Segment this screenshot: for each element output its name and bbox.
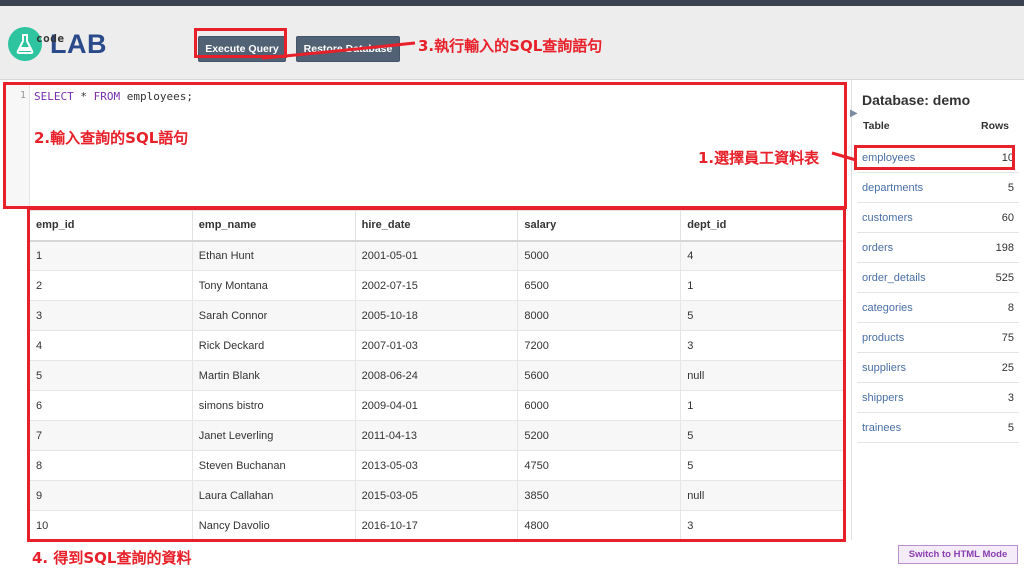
table-row-count: 198 bbox=[995, 241, 1014, 254]
table-name[interactable]: customers bbox=[862, 212, 913, 224]
switch-to-html-mode-button[interactable]: Switch to HTML Mode bbox=[898, 545, 1018, 564]
table-name[interactable]: departments bbox=[862, 182, 923, 194]
table-list-item-customers[interactable]: customers 60 bbox=[857, 203, 1019, 233]
sidebar-header-table: Table bbox=[863, 120, 890, 132]
table-list-item-suppliers[interactable]: suppliers 25 bbox=[857, 353, 1019, 383]
table-list-item-products[interactable]: products 75 bbox=[857, 323, 1019, 353]
table-row-count: 5 bbox=[1007, 181, 1014, 194]
table-name[interactable]: products bbox=[862, 332, 904, 344]
table-name[interactable]: suppliers bbox=[862, 362, 906, 374]
annotation-step4: 4. 得到SQL查詢的資料 bbox=[32, 549, 192, 567]
annotation-box-employees bbox=[854, 145, 1015, 170]
table-name[interactable]: categories bbox=[862, 302, 913, 314]
annotation-step3: 3.執行輸入的SQL查詢語句 bbox=[418, 37, 603, 55]
app-logo[interactable]: code LAB bbox=[8, 26, 107, 62]
collapse-arrow-icon[interactable]: ▶ bbox=[850, 108, 858, 119]
table-list-item-departments[interactable]: departments 5 bbox=[857, 173, 1019, 203]
table-list-item-trainees[interactable]: trainees 5 bbox=[857, 413, 1019, 443]
table-row-count: 3 bbox=[1007, 391, 1014, 404]
table-row-count: 60 bbox=[1001, 211, 1014, 224]
table-list: employees 10 departments 5 customers 60 ord… bbox=[857, 143, 1019, 443]
annotation-step1: 1.選擇員工資料表 bbox=[698, 149, 820, 167]
table-name[interactable]: orders bbox=[862, 242, 893, 254]
logo-text-code: code bbox=[36, 32, 65, 45]
table-row-count: 75 bbox=[1001, 331, 1014, 344]
table-list-item-categories[interactable]: categories 8 bbox=[857, 293, 1019, 323]
annotation-box-results bbox=[27, 207, 846, 542]
restore-database-button[interactable]: Restore Database bbox=[296, 36, 400, 62]
sidebar-header-rows: Rows bbox=[980, 120, 1009, 132]
table-name[interactable]: order_details bbox=[862, 272, 926, 284]
table-row-count: 5 bbox=[1007, 421, 1014, 434]
annotation-step2: 2.輸入查詢的SQL語句 bbox=[34, 129, 189, 147]
table-row-count: 25 bbox=[1001, 361, 1014, 374]
table-list-item-orders[interactable]: orders 198 bbox=[857, 233, 1019, 263]
table-row-count: 525 bbox=[995, 271, 1014, 284]
table-list-item-shippers[interactable]: shippers 3 bbox=[857, 383, 1019, 413]
table-name[interactable]: shippers bbox=[862, 392, 904, 404]
table-name[interactable]: trainees bbox=[862, 422, 901, 434]
table-row-count: 8 bbox=[1007, 301, 1014, 314]
logo-text: code LAB bbox=[36, 29, 107, 60]
table-list-item-order-details[interactable]: order_details 525 bbox=[857, 263, 1019, 293]
database-title: Database: demo bbox=[862, 92, 971, 108]
annotation-box-execute bbox=[194, 28, 287, 58]
